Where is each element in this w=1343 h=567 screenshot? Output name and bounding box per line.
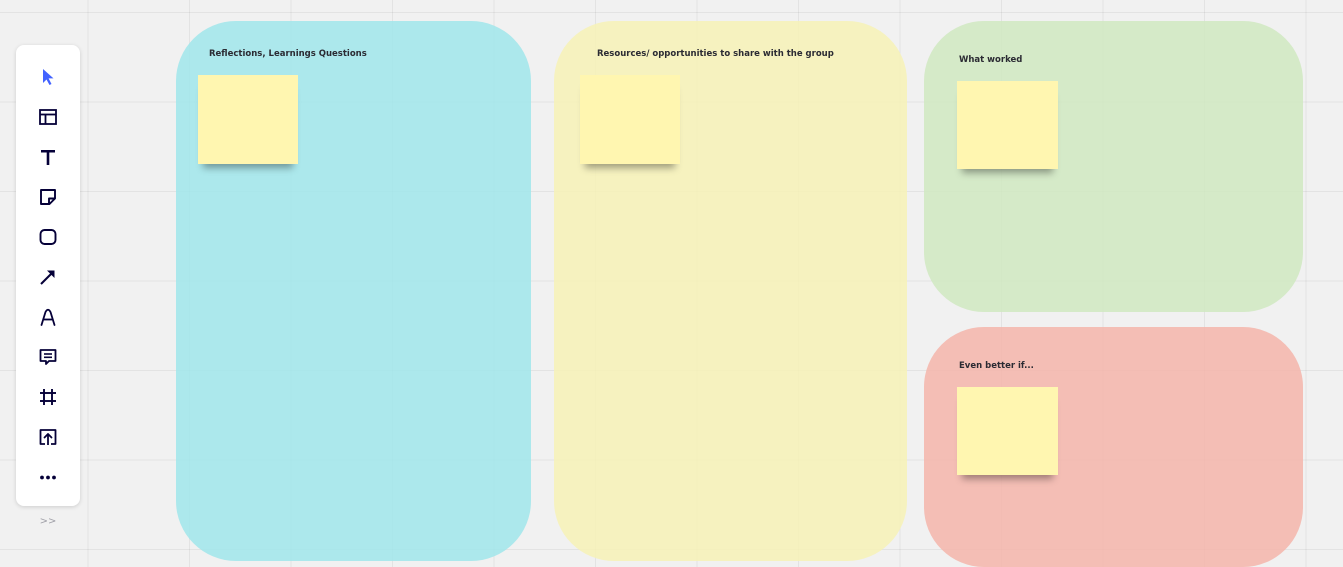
frame-hash-icon <box>40 389 56 405</box>
pen-a-icon <box>40 308 56 326</box>
shape-tool[interactable] <box>33 222 63 252</box>
layout-template-icon <box>39 109 57 125</box>
more-dots-icon <box>40 475 56 480</box>
templates-tool[interactable] <box>33 102 63 132</box>
comment-icon <box>39 349 57 365</box>
sticky-note[interactable] <box>957 81 1058 169</box>
connection-line-tool[interactable] <box>33 262 63 292</box>
frame-tool[interactable] <box>33 382 63 412</box>
frame-title-even-better-if: Even better if... <box>959 361 1034 371</box>
sticky-note-tool[interactable] <box>33 182 63 212</box>
sticky-note[interactable] <box>198 75 298 164</box>
arrow-diagonal-icon <box>40 270 55 285</box>
sticky-note[interactable] <box>580 75 680 164</box>
text-tool[interactable] <box>33 142 63 172</box>
more-tools[interactable] <box>33 462 63 492</box>
comment-tool[interactable] <box>33 342 63 372</box>
creation-toolbar <box>16 45 80 506</box>
frame-title-what-worked: What worked <box>959 55 1023 65</box>
sticky-note[interactable] <box>957 387 1058 475</box>
text-t-icon <box>41 150 55 165</box>
sticky-note-icon <box>40 189 56 205</box>
frame-title-reflections: Reflections, Learnings Questions <box>209 49 367 59</box>
expand-toolbar-button[interactable]: >> <box>16 510 80 534</box>
frame-title-resources: Resources/ opportunities to share with t… <box>597 49 834 59</box>
upload-tool[interactable] <box>33 422 63 452</box>
cursor-arrow-icon <box>43 69 54 85</box>
select-tool[interactable] <box>33 62 63 92</box>
upload-icon <box>39 429 57 445</box>
rounded-rectangle-icon <box>39 229 57 245</box>
pen-tool[interactable] <box>33 302 63 332</box>
